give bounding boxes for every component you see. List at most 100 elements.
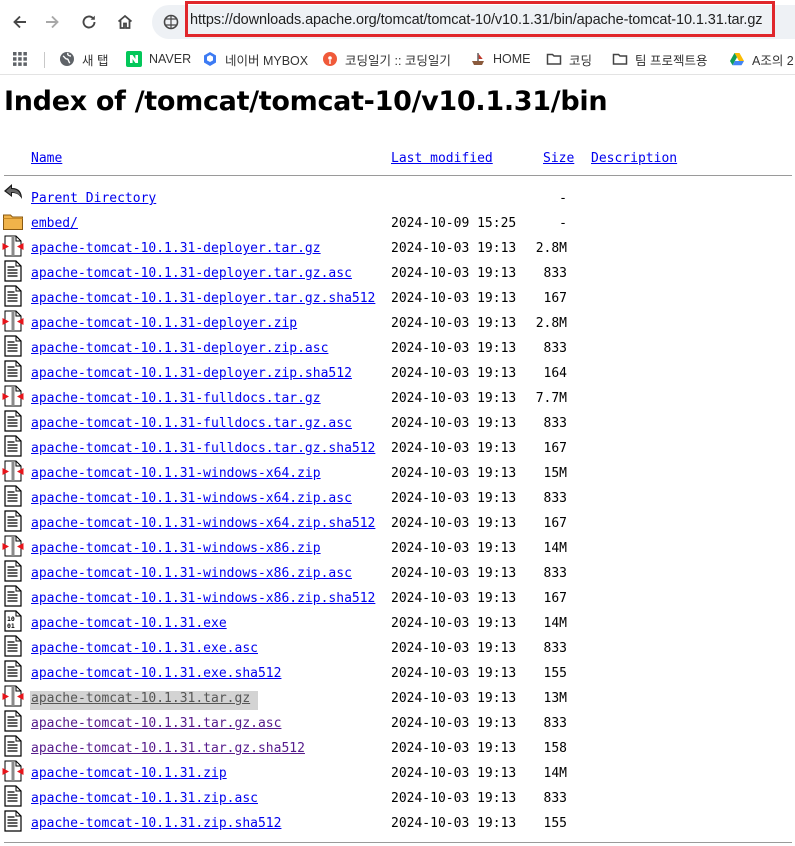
sort-by-size-link[interactable]: Size: [543, 151, 574, 166]
file-link[interactable]: apache-tomcat-10.1.31-fulldocs.tar.gz.sh…: [31, 441, 375, 456]
text-file-icon: [2, 810, 24, 832]
file-link[interactable]: apache-tomcat-10.1.31-deployer.tar.gz: [31, 241, 321, 256]
sort-by-description-link[interactable]: Description: [591, 151, 677, 166]
file-size: 833: [543, 641, 567, 656]
file-link[interactable]: apache-tomcat-10.1.31-deployer.zip.asc: [31, 341, 328, 356]
home-icon: [117, 14, 133, 29]
sort-by-name-link[interactable]: Name: [31, 151, 62, 166]
last-modified: 2024-10-03 19:13: [391, 391, 517, 406]
forward-button[interactable]: [38, 8, 66, 36]
file-link[interactable]: apache-tomcat-10.1.31-deployer.tar.gz.sh…: [31, 291, 375, 306]
sort-by-modified-link[interactable]: Last modified: [391, 151, 493, 166]
bookmark-naver[interactable]: NAVER: [126, 44, 191, 74]
file-row: apache-tomcat-10.1.31.tar.gz.sha512 2024-…: [0, 735, 795, 760]
last-modified: 2024-10-03 19:13: [391, 616, 517, 631]
file-link[interactable]: apache-tomcat-10.1.31.tar.gz: [30, 691, 259, 710]
url-text[interactable]: https://downloads.apache.org/tomcat/tomc…: [190, 12, 763, 28]
file-link[interactable]: apache-tomcat-10.1.31-windows-x86.zip.sh…: [31, 591, 375, 606]
file-row: apache-tomcat-10.1.31-windows-x86.zip.sh…: [0, 585, 795, 610]
archive-icon: [2, 310, 24, 332]
column-header-modified[interactable]: Last modified: [391, 151, 493, 166]
file-link[interactable]: apache-tomcat-10.1.31.tar.gz.asc: [31, 716, 281, 731]
file-link[interactable]: apache-tomcat-10.1.31.zip.asc: [31, 791, 258, 806]
file-row: apache-tomcat-10.1.31.zip.asc 2024-10-03 …: [0, 785, 795, 810]
column-header-size[interactable]: Size: [543, 151, 574, 166]
column-header-name[interactable]: Name: [31, 151, 62, 166]
reload-icon: [82, 15, 96, 29]
file-size: 167: [543, 291, 567, 306]
file-size: 833: [543, 491, 567, 506]
file-row: apache-tomcat-10.1.31.tar.gz.asc 2024-10-…: [0, 710, 795, 735]
parent-directory-row: Parent Directory -: [0, 182, 795, 210]
folder-icon: [546, 51, 562, 67]
file-link[interactable]: apache-tomcat-10.1.31.zip.sha512: [31, 816, 281, 831]
file-link[interactable]: apache-tomcat-10.1.31.exe: [31, 616, 227, 631]
last-modified: 2024-10-03 19:13: [391, 291, 517, 306]
file-link[interactable]: apache-tomcat-10.1.31-windows-x64.zip: [31, 466, 321, 481]
file-link[interactable]: apache-tomcat-10.1.31.tar.gz.sha512: [31, 741, 305, 756]
file-row: apache-tomcat-10.1.31-windows-x86.zip 202…: [0, 535, 795, 560]
file-link[interactable]: apache-tomcat-10.1.31-deployer.tar.gz.as…: [31, 266, 352, 281]
column-header-description[interactable]: Description: [591, 151, 677, 166]
last-modified: 2024-10-03 19:13: [391, 466, 517, 481]
mybox-icon: [202, 51, 218, 67]
back-icon: [2, 182, 24, 204]
apps-button[interactable]: [12, 44, 28, 74]
file-link[interactable]: apache-tomcat-10.1.31-fulldocs.tar.gz.as…: [31, 416, 352, 431]
file-size: 7.7M: [535, 391, 567, 406]
file-link[interactable]: apache-tomcat-10.1.31-windows-x86.zip: [31, 541, 321, 556]
text-file-icon: [2, 510, 24, 532]
file-link[interactable]: apache-tomcat-10.1.31.exe.sha512: [31, 666, 281, 681]
file-size: 155: [543, 816, 567, 831]
text-file-icon: [2, 485, 24, 507]
page-title: Index of /tomcat/tomcat-10/v10.1.31/bin: [4, 86, 608, 117]
bookmark-label: 새 탭: [82, 53, 109, 68]
file-link[interactable]: apache-tomcat-10.1.31-fulldocs.tar.gz: [31, 391, 321, 406]
last-modified: 2024-10-03 19:13: [391, 741, 517, 756]
file-size: 155: [543, 666, 567, 681]
text-file-icon: [2, 435, 24, 457]
bookmark-folder-coding[interactable]: 코딩: [546, 44, 592, 74]
file-row: apache-tomcat-10.1.31.zip 2024-10-03 19:1…: [0, 760, 795, 785]
file-link[interactable]: apache-tomcat-10.1.31-windows-x86.zip.as…: [31, 566, 352, 581]
file-row: apache-tomcat-10.1.31.exe.asc 2024-10-03 …: [0, 635, 795, 660]
file-link[interactable]: apache-tomcat-10.1.31.exe.asc: [31, 641, 258, 656]
file-row: apache-tomcat-10.1.31-deployer.zip.asc 20…: [0, 335, 795, 360]
file-size: 14M: [543, 616, 567, 631]
file-link[interactable]: apache-tomcat-10.1.31-windows-x64.zip.as…: [31, 491, 352, 506]
naver-icon: [126, 51, 142, 67]
bookmark-home[interactable]: HOME: [470, 44, 531, 74]
home-button[interactable]: [111, 8, 139, 36]
file-link[interactable]: embed/: [31, 216, 78, 231]
file-link[interactable]: apache-tomcat-10.1.31-windows-x64.zip.sh…: [31, 516, 375, 531]
parent-directory-link[interactable]: Parent Directory: [31, 191, 156, 206]
bookmark-drive[interactable]: A조의 2: [729, 44, 794, 74]
bookmark-label: 네이버 MYBOX: [225, 53, 309, 68]
file-size: 833: [543, 716, 567, 731]
file-row: apache-tomcat-10.1.31-deployer.tar.gz.as…: [0, 260, 795, 285]
site-info-button[interactable]: [158, 9, 184, 35]
bookmark-new-tab[interactable]: 새 탭: [59, 44, 108, 74]
reload-button[interactable]: [75, 8, 103, 36]
folder-icon: [612, 51, 628, 67]
bookmark-label: A조의 2: [752, 53, 794, 68]
last-modified: 2024-10-03 19:13: [391, 241, 517, 256]
arrow-right-icon: [46, 15, 59, 29]
file-link[interactable]: apache-tomcat-10.1.31.zip: [31, 766, 227, 781]
file-link[interactable]: apache-tomcat-10.1.31-deployer.zip.sha51…: [31, 366, 352, 381]
file-row: apache-tomcat-10.1.31-fulldocs.tar.gz 202…: [0, 385, 795, 410]
bookmark-mybox[interactable]: 네이버 MYBOX: [202, 44, 308, 74]
bookmark-folder-team[interactable]: 팀 프로젝트용: [612, 44, 707, 74]
file-link[interactable]: apache-tomcat-10.1.31-deployer.zip: [31, 316, 297, 331]
last-modified: 2024-10-03 19:13: [391, 441, 517, 456]
arrow-left-icon: [13, 15, 26, 29]
binary-icon: 10 01: [2, 610, 24, 632]
archive-icon: [2, 235, 24, 257]
file-row: 10 01 apache-tomcat-10.1.31.exe 2024-10-03 …: [0, 610, 795, 635]
bookmark-label: 팀 프로젝트용: [635, 53, 708, 68]
file-size: 833: [543, 416, 567, 431]
bookmark-blog[interactable]: 코딩일기 :: 코딩일기: [322, 44, 451, 74]
back-button[interactable]: [6, 8, 34, 36]
file-row: apache-tomcat-10.1.31-windows-x86.zip.as…: [0, 560, 795, 585]
file-size: 833: [543, 566, 567, 581]
